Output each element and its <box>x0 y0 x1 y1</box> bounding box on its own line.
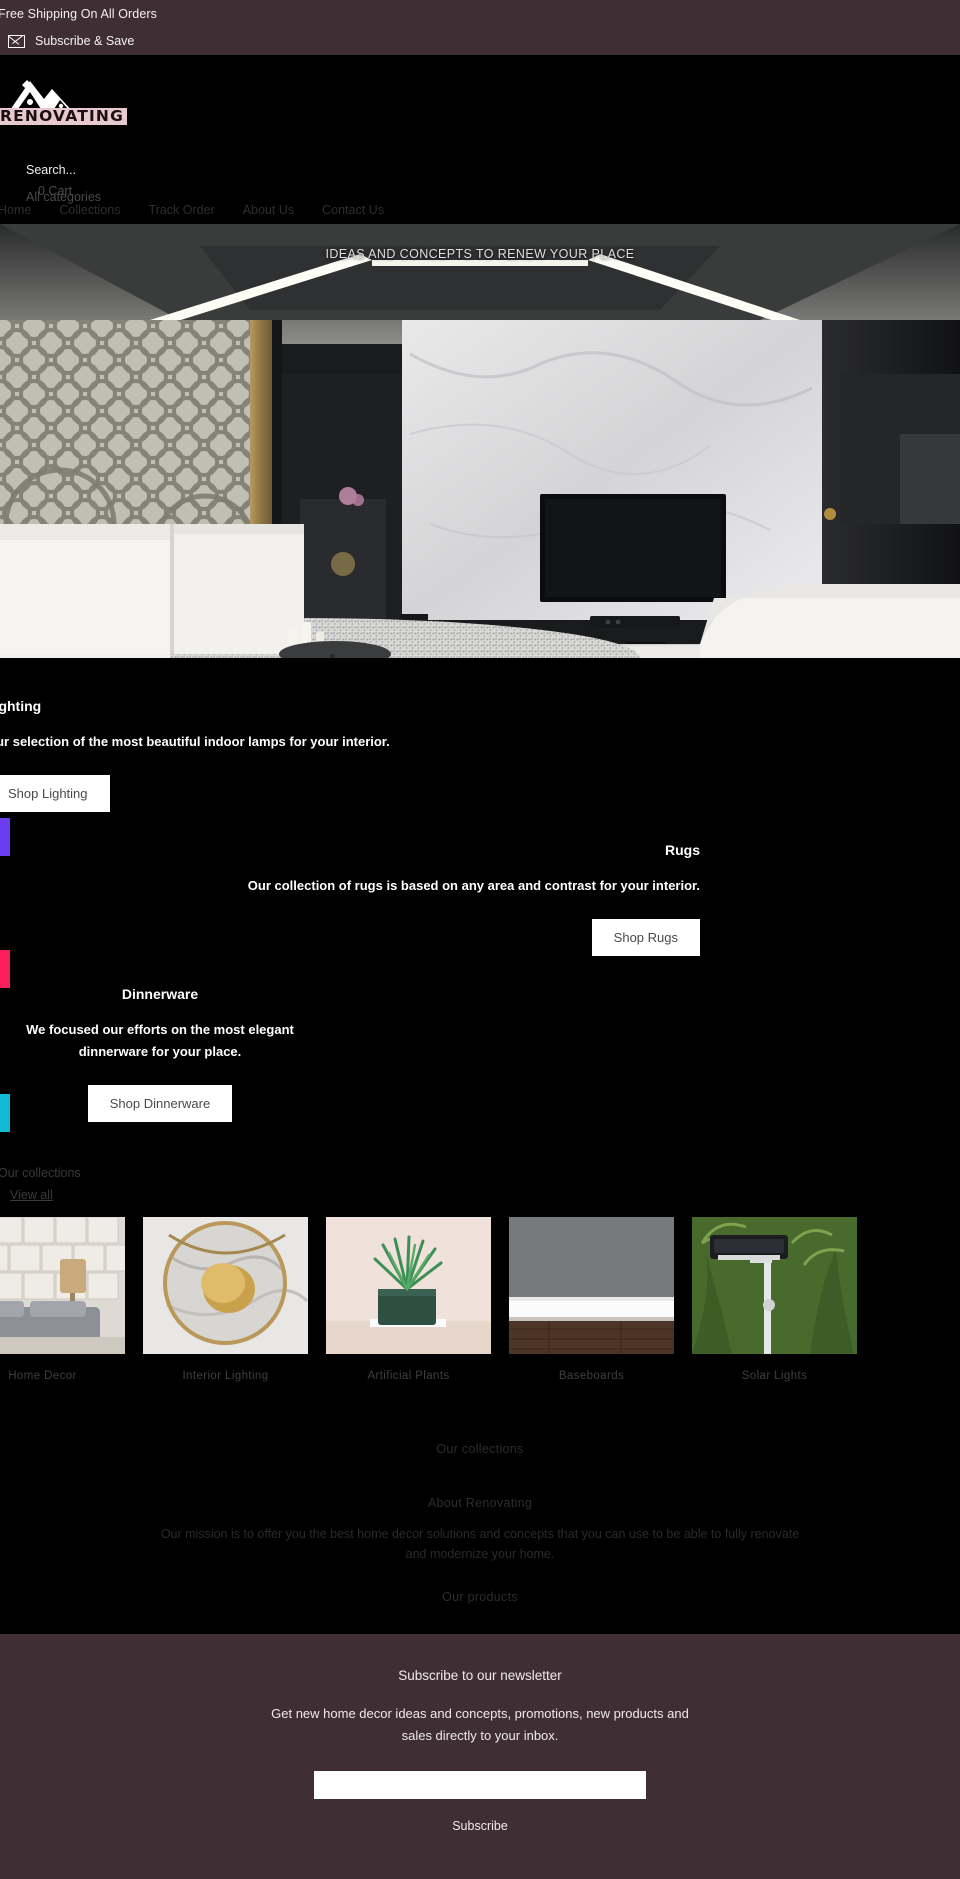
nav-item-about-us[interactable]: About Us <box>229 203 308 217</box>
collection-card-caption: Interior Lighting <box>182 1370 269 1382</box>
announcement-subscribe[interactable]: Subscribe & Save <box>0 27 960 55</box>
feature-dinnerware: Dinnerware We focused our efforts on the… <box>0 986 960 1152</box>
collection-card[interactable]: Baseboards <box>509 1217 674 1382</box>
artificial-plants-image <box>326 1217 491 1354</box>
nav-item-contact-us[interactable]: Contact Us <box>308 203 398 217</box>
solar-lights-image <box>692 1217 857 1354</box>
collection-card-thumb <box>0 1217 125 1354</box>
collection-card[interactable]: Artificial Plants <box>326 1217 491 1382</box>
newsletter-body: Get new home decor ideas and concepts, p… <box>271 1706 689 1743</box>
collections-view-all-link[interactable]: View all <box>10 1188 53 1202</box>
search-placeholder-text: Search... <box>26 163 77 177</box>
collection-card-caption: Artificial Plants <box>367 1370 450 1382</box>
collections-title: Our collections <box>0 1166 81 1180</box>
newsletter-email-input[interactable] <box>314 1771 646 1799</box>
newsletter-subscribe-button[interactable]: Subscribe <box>452 1819 508 1833</box>
baseboards-image <box>509 1217 674 1354</box>
cart-button[interactable]: 0 Cart <box>38 184 72 198</box>
interior-lighting-image <box>143 1217 308 1354</box>
feature-dinnerware-title: Dinnerware <box>121 986 199 1002</box>
feature-lighting: Lighting Our selection of the most beaut… <box>0 698 960 856</box>
collection-card-thumb <box>326 1217 491 1354</box>
feature-rugs-title: Rugs <box>665 842 700 858</box>
newsletter-heading: Subscribe to our newsletter <box>398 1668 562 1683</box>
main-navigation: Home Collections Track Order About Us Co… <box>0 196 960 224</box>
our-products-section: Our products <box>0 1590 960 1604</box>
site-header: RENOVATING Search... All categories 0 Ca… <box>0 55 960 204</box>
our-collections-heading: Our collections <box>436 1442 524 1456</box>
shop-rugs-button[interactable]: Shop Rugs <box>591 919 700 956</box>
hero-banner: IDEAS AND CONCEPTS TO RENEW YOUR PLACE <box>0 224 960 658</box>
about-section: About Renovating Our mission is to offer… <box>0 1496 960 1564</box>
about-heading: About Renovating <box>427 1496 533 1510</box>
collection-card[interactable]: Interior Lighting <box>143 1217 308 1382</box>
about-body: Our mission is to offer you the best hom… <box>160 1527 800 1561</box>
collections-card-list: Home Decor Interior Lighting Artificial … <box>0 1217 960 1382</box>
collection-card-caption: Home Decor <box>8 1370 77 1382</box>
free-shipping-text: Free Shipping On All Orders <box>0 6 158 21</box>
collection-card[interactable]: Solar Lights <box>692 1217 857 1382</box>
collection-card-thumb <box>509 1217 674 1354</box>
collection-card-thumb <box>143 1217 308 1354</box>
feature-lighting-body: Our selection of the most beautiful indo… <box>0 734 390 749</box>
our-collections-section: Our collections <box>0 1442 960 1456</box>
hero-image <box>0 224 960 658</box>
collection-card-thumb <box>692 1217 857 1354</box>
accent-swatch-rugs <box>0 950 10 988</box>
feature-rugs-body: Our collection of rugs is based on any a… <box>247 878 700 893</box>
nav-item-track-order[interactable]: Track Order <box>134 203 228 217</box>
subscribe-save-label: Subscribe & Save <box>35 34 135 48</box>
collection-card-caption: Baseboards <box>558 1370 625 1382</box>
newsletter-section: Subscribe to our newsletter Get new home… <box>0 1634 960 1879</box>
collection-card[interactable]: Home Decor <box>0 1217 125 1382</box>
mail-icon <box>8 34 25 48</box>
collections-strip: Our collections View all Home Decor Inte… <box>0 1152 960 1382</box>
feature-lighting-title: Lighting <box>0 698 42 714</box>
header-utility-row: All categories 0 Cart <box>26 184 101 204</box>
search-input[interactable]: Search... <box>26 163 76 177</box>
site-logo[interactable]: RENOVATING <box>0 75 128 125</box>
accent-swatch-dinnerware <box>0 1094 10 1132</box>
our-products-heading: Our products <box>442 1590 518 1604</box>
feature-rugs: Rugs Our collection of rugs is based on … <box>0 842 960 988</box>
nav-item-collections[interactable]: Collections <box>45 203 134 217</box>
shop-dinnerware-button[interactable]: Shop Dinnerware <box>87 1085 233 1122</box>
hero-caption: IDEAS AND CONCEPTS TO RENEW YOUR PLACE <box>325 247 635 261</box>
feature-sections: Lighting Our selection of the most beaut… <box>0 658 960 1152</box>
nav-item-home[interactable]: Home <box>0 203 45 217</box>
home-decor-image <box>0 1217 125 1354</box>
shop-lighting-button[interactable]: Shop Lighting <box>0 775 110 812</box>
feature-dinnerware-body: We focused our efforts on the most elega… <box>26 1022 294 1059</box>
announcement-bar: Free Shipping On All Orders Subscribe & … <box>0 0 960 55</box>
announcement-free-shipping: Free Shipping On All Orders <box>0 0 960 27</box>
logo-wordmark: RENOVATING <box>0 108 128 125</box>
collection-card-caption: Solar Lights <box>741 1370 808 1382</box>
